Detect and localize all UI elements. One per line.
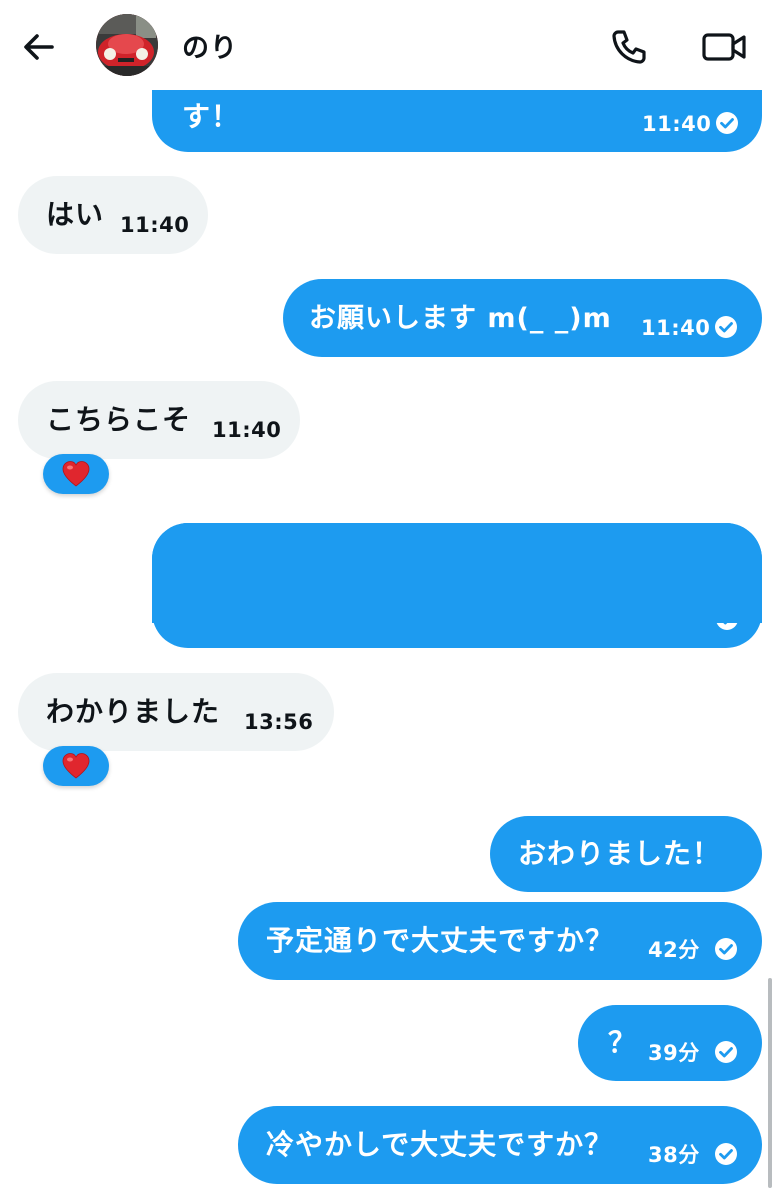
read-check-icon xyxy=(714,315,738,339)
message-time: 42分 xyxy=(648,938,700,962)
read-check-icon xyxy=(714,1142,738,1166)
message-text: こちらこそ xyxy=(46,403,192,436)
scrollbar[interactable] xyxy=(768,978,772,1188)
message-text: す！ xyxy=(182,100,241,133)
avatar[interactable] xyxy=(96,14,158,76)
read-check-icon xyxy=(714,937,738,961)
message-received[interactable]: わかりました 13:56 xyxy=(18,673,334,751)
message-time: 13:56 xyxy=(244,710,314,734)
message-received[interactable]: こちらこそ 11:40 xyxy=(18,381,300,459)
phone-icon xyxy=(612,30,646,64)
message-time: 11:40 xyxy=(120,213,190,237)
message-sent[interactable]: おわりました！ xyxy=(490,816,762,892)
message-text: ？ xyxy=(608,1026,638,1059)
message-received[interactable]: はい 11:40 xyxy=(18,176,208,254)
message-text: おわりました！ xyxy=(518,837,722,870)
message-sent[interactable]: お願いします m(_ _)m 11:40 xyxy=(283,279,762,357)
message-time: 38分 xyxy=(648,1143,700,1167)
message-sent[interactable]: 予定通りで大丈夫ですか？ 42分 xyxy=(238,902,762,980)
back-button[interactable] xyxy=(18,26,60,68)
message-text: はい xyxy=(46,198,105,231)
read-check-icon xyxy=(714,1040,738,1064)
message-sent-redacted[interactable] xyxy=(152,523,762,648)
conversation-header: のり xyxy=(0,0,780,90)
heart-reaction[interactable] xyxy=(43,454,109,494)
message-text: 冷やかしで大丈夫ですか？ xyxy=(266,1128,614,1161)
message-text: わかりました xyxy=(46,695,221,728)
contact-name[interactable]: のり xyxy=(182,26,238,65)
message-sent[interactable]: ？ 39分 xyxy=(578,1005,762,1081)
redaction-overlay xyxy=(152,523,762,623)
video-camera-icon xyxy=(702,33,746,61)
heart-reaction[interactable] xyxy=(43,746,109,786)
message-time: 11:40 xyxy=(212,418,282,442)
read-check-icon xyxy=(715,111,739,135)
message-sent[interactable]: 冷やかしで大丈夫ですか？ 38分 xyxy=(238,1106,762,1184)
voice-call-button[interactable] xyxy=(608,26,650,68)
heart-icon xyxy=(62,461,90,487)
avatar-image xyxy=(96,14,158,76)
message-time: 39分 xyxy=(648,1041,700,1065)
arrow-left-icon xyxy=(24,34,54,60)
message-text: お願いします m(_ _)m xyxy=(309,303,612,334)
video-call-button[interactable] xyxy=(700,26,748,68)
message-time: 11:40 xyxy=(641,316,711,340)
message-text: 予定通りで大丈夫ですか？ xyxy=(266,924,615,957)
heart-icon xyxy=(62,753,90,779)
message-time: 11:40 xyxy=(642,112,712,136)
